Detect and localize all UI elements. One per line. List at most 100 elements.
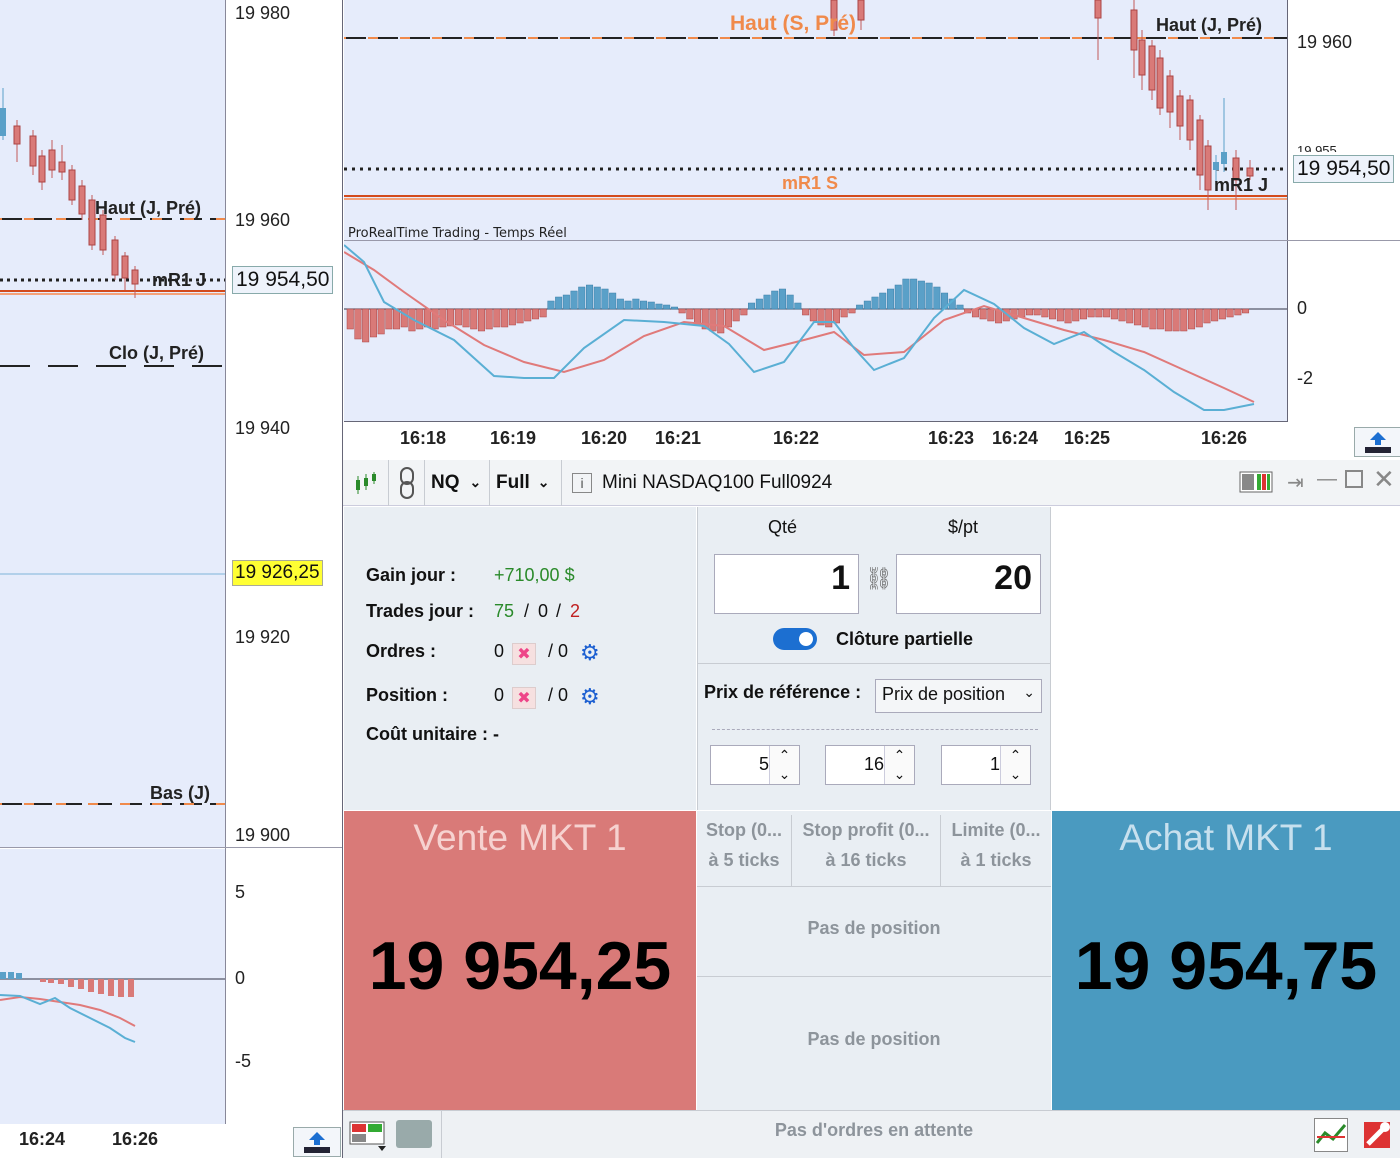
close-position-icon[interactable]: ✖ — [512, 687, 536, 709]
histogram-bar — [910, 278, 918, 310]
histogram-bar — [863, 300, 871, 310]
histogram-bar — [732, 308, 740, 322]
histogram-bar — [717, 308, 725, 334]
histogram-bar — [1087, 308, 1095, 318]
histogram-bar — [917, 280, 925, 310]
histogram-bar — [1049, 308, 1057, 320]
histogram-bar — [524, 308, 532, 322]
mode-select[interactable]: Full ⌄ — [490, 459, 562, 506]
trades-neutral: 0 — [538, 601, 549, 621]
stepper-arrows-icon[interactable]: ⌃ ⌄ — [1000, 746, 1030, 784]
order-book-button[interactable] — [348, 1118, 388, 1152]
close-icon[interactable]: ✕ — [1373, 464, 1395, 495]
left-price-tick: 19 960 — [235, 210, 291, 230]
stepper-arrows-icon[interactable]: ⌃ ⌄ — [769, 746, 799, 784]
info-icon[interactable]: i — [572, 472, 592, 493]
histogram-bar — [1149, 308, 1157, 330]
histogram-bar — [1110, 308, 1118, 320]
histogram-bar — [1203, 308, 1211, 324]
point-value-input[interactable]: 20 — [896, 554, 1041, 614]
main-time-tick: 16:23 — [928, 428, 975, 448]
histogram-bar — [1218, 308, 1226, 320]
sell-label: Vente MKT 1 — [413, 817, 627, 858]
trades-sep: / — [524, 601, 530, 621]
main-osc-tick: 0 — [1297, 298, 1308, 318]
histogram-bar — [1025, 308, 1033, 316]
histogram-bar — [1103, 308, 1111, 318]
chart-type-button[interactable] — [343, 459, 389, 506]
qty-label: Qté — [768, 517, 798, 537]
left-candles — [0, 88, 139, 298]
histogram-bar — [894, 284, 902, 310]
histogram-bar — [1234, 308, 1242, 316]
pin-icon[interactable]: ⇥ — [1287, 470, 1304, 495]
histogram-bar — [763, 294, 771, 310]
tools-button[interactable] — [1360, 1118, 1394, 1152]
histogram-bar — [416, 308, 424, 330]
histogram-bar — [1226, 308, 1234, 318]
histogram-bar — [1242, 308, 1250, 314]
buy-market-button[interactable]: Achat MKT 1 19 954,75 — [1052, 811, 1400, 1110]
left-time-tick: 16:24 — [19, 1129, 66, 1149]
chevron-down-icon: ⌄ — [469, 474, 482, 490]
sell-price: 19 954,25 — [368, 928, 672, 1004]
chain-link-icon[interactable]: ⛓ — [865, 567, 893, 592]
quantity-input[interactable]: 1 — [714, 554, 859, 614]
no-position-text: Pas de position — [807, 918, 941, 938]
left-price-tick: 19 940 — [235, 418, 291, 438]
instrument-name: Mini NASDAQ100 Full0924 — [602, 471, 833, 493]
gear-icon[interactable]: ⚙ — [580, 685, 600, 710]
maximize-icon[interactable] — [1345, 470, 1363, 488]
symbol-label: NQ — [431, 471, 460, 493]
cancel-orders-icon[interactable]: ✖ — [512, 643, 536, 665]
histogram-bar — [709, 308, 717, 332]
gear-icon[interactable]: ⚙ — [580, 641, 600, 666]
stop-order-cell[interactable]: Stop (0... à 5 ticks — [697, 815, 792, 887]
minimize-icon[interactable]: — — [1317, 468, 1337, 491]
histogram-bar — [825, 308, 833, 328]
buy-label: Achat MKT 1 — [1119, 817, 1333, 858]
keyboard-icon[interactable] — [396, 1120, 432, 1148]
stop-profit-cell[interactable]: Stop profit (0... à 16 ticks — [792, 815, 941, 887]
histogram-bar — [794, 302, 802, 310]
histogram-bar — [925, 282, 933, 310]
table-icon — [1239, 471, 1273, 493]
histogram-bar — [1056, 308, 1064, 322]
up-arrow-icon — [1365, 432, 1391, 453]
ordres-pending: / 0 — [548, 641, 569, 661]
chevron-down-icon: ⌄ — [1023, 684, 1035, 700]
limit-order-cell[interactable]: Limite (0... à 1 ticks — [941, 815, 1051, 887]
histogram-bar — [809, 308, 817, 322]
ordres-count: 0 — [494, 641, 505, 661]
limit-ticks-stepper[interactable]: 1 ⌃ ⌄ — [941, 745, 1031, 785]
main-time-tick: 16:21 — [655, 428, 702, 448]
stop-ticks-stepper[interactable]: 5 ⌃ ⌄ — [710, 745, 800, 785]
sell-market-button[interactable]: Vente MKT 1 19 954,25 — [344, 811, 696, 1110]
partial-close-toggle[interactable] — [773, 628, 817, 650]
main-time-tick: 16:26 — [1201, 428, 1248, 448]
link-button[interactable] — [389, 459, 425, 506]
histogram-bar — [1033, 308, 1041, 316]
left-level-haut: Haut (J, Pré) — [95, 198, 202, 218]
main-price-tick: 19 960 — [1297, 32, 1353, 52]
main-scroll-latest-button[interactable] — [1354, 427, 1400, 457]
histogram-bar — [686, 308, 694, 320]
main-time-divider — [344, 421, 1287, 422]
main-osc-histogram — [346, 278, 1250, 343]
histogram-bar — [987, 308, 995, 322]
histogram-bar — [724, 308, 732, 328]
histogram-bar — [485, 308, 493, 330]
reference-price-select[interactable]: Prix de position ⌄ — [875, 679, 1042, 713]
stepper-arrows-icon[interactable]: ⌃ ⌄ — [884, 746, 914, 784]
symbol-select[interactable]: NQ ⌄ — [425, 459, 490, 506]
left-scroll-latest-button[interactable] — [293, 1127, 341, 1157]
left-highlight-price: 19 926,25 — [232, 560, 323, 586]
histogram-bar — [555, 296, 563, 310]
histogram-bar — [346, 308, 354, 330]
trend-chart-icon — [1315, 1124, 1347, 1144]
profit-ticks-stepper[interactable]: 16 ⌃ ⌄ — [825, 745, 915, 785]
main-level-mr1-j: mR1 J — [1214, 175, 1269, 195]
chart-trading-button[interactable] — [1314, 1118, 1348, 1152]
layout-toggle-button[interactable] — [1239, 470, 1273, 494]
histogram-bar — [423, 308, 431, 328]
